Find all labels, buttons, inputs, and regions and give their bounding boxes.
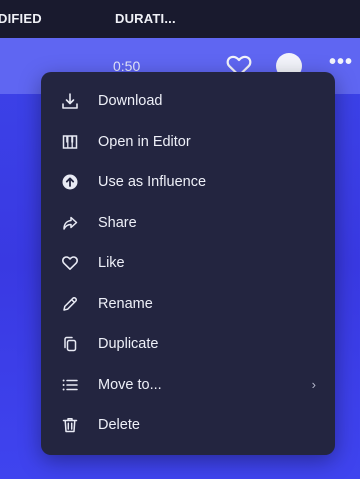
- menu-item-label: Open in Editor: [98, 133, 191, 150]
- table-header: DIFIED DURATI...: [0, 0, 360, 38]
- heart-icon: [61, 254, 79, 272]
- download-icon: [61, 92, 79, 110]
- menu-item-label: Share: [98, 214, 137, 231]
- menu-item-duplicate[interactable]: Duplicate: [41, 324, 335, 365]
- menu-item-move-to[interactable]: Move to... ›: [41, 365, 335, 406]
- menu-item-delete[interactable]: Delete: [41, 405, 335, 446]
- duplicate-icon: [61, 335, 79, 353]
- chevron-right-icon: ›: [311, 377, 316, 393]
- list-icon: [61, 376, 79, 394]
- menu-item-download[interactable]: Download: [41, 81, 335, 122]
- trash-icon: [61, 416, 79, 434]
- menu-item-share[interactable]: Share: [41, 203, 335, 244]
- menu-item-label: Move to...: [98, 376, 162, 393]
- piano-keys-icon: [61, 133, 79, 151]
- menu-item-rename[interactable]: Rename: [41, 284, 335, 325]
- menu-item-label: Use as Influence: [98, 174, 207, 191]
- share-arrow-icon: [61, 214, 79, 232]
- menu-item-label: Rename: [98, 295, 153, 312]
- menu-item-open-in-editor[interactable]: Open in Editor: [41, 122, 335, 163]
- menu-item-label: Duplicate: [98, 336, 159, 353]
- context-menu: Download Open in Editor Use as Influence…: [41, 72, 335, 455]
- more-options-icon[interactable]: •••: [329, 51, 353, 74]
- menu-item-use-as-influence[interactable]: Use as Influence: [41, 162, 335, 203]
- menu-item-label: Download: [98, 93, 163, 110]
- menu-item-like[interactable]: Like: [41, 243, 335, 284]
- pencil-icon: [61, 295, 79, 313]
- column-header-duration[interactable]: DURATI...: [115, 11, 176, 26]
- menu-item-label: Like: [98, 255, 125, 272]
- menu-item-label: Delete: [98, 417, 140, 434]
- column-header-modified[interactable]: DIFIED: [0, 11, 42, 26]
- arrow-up-circle-icon: [61, 173, 79, 191]
